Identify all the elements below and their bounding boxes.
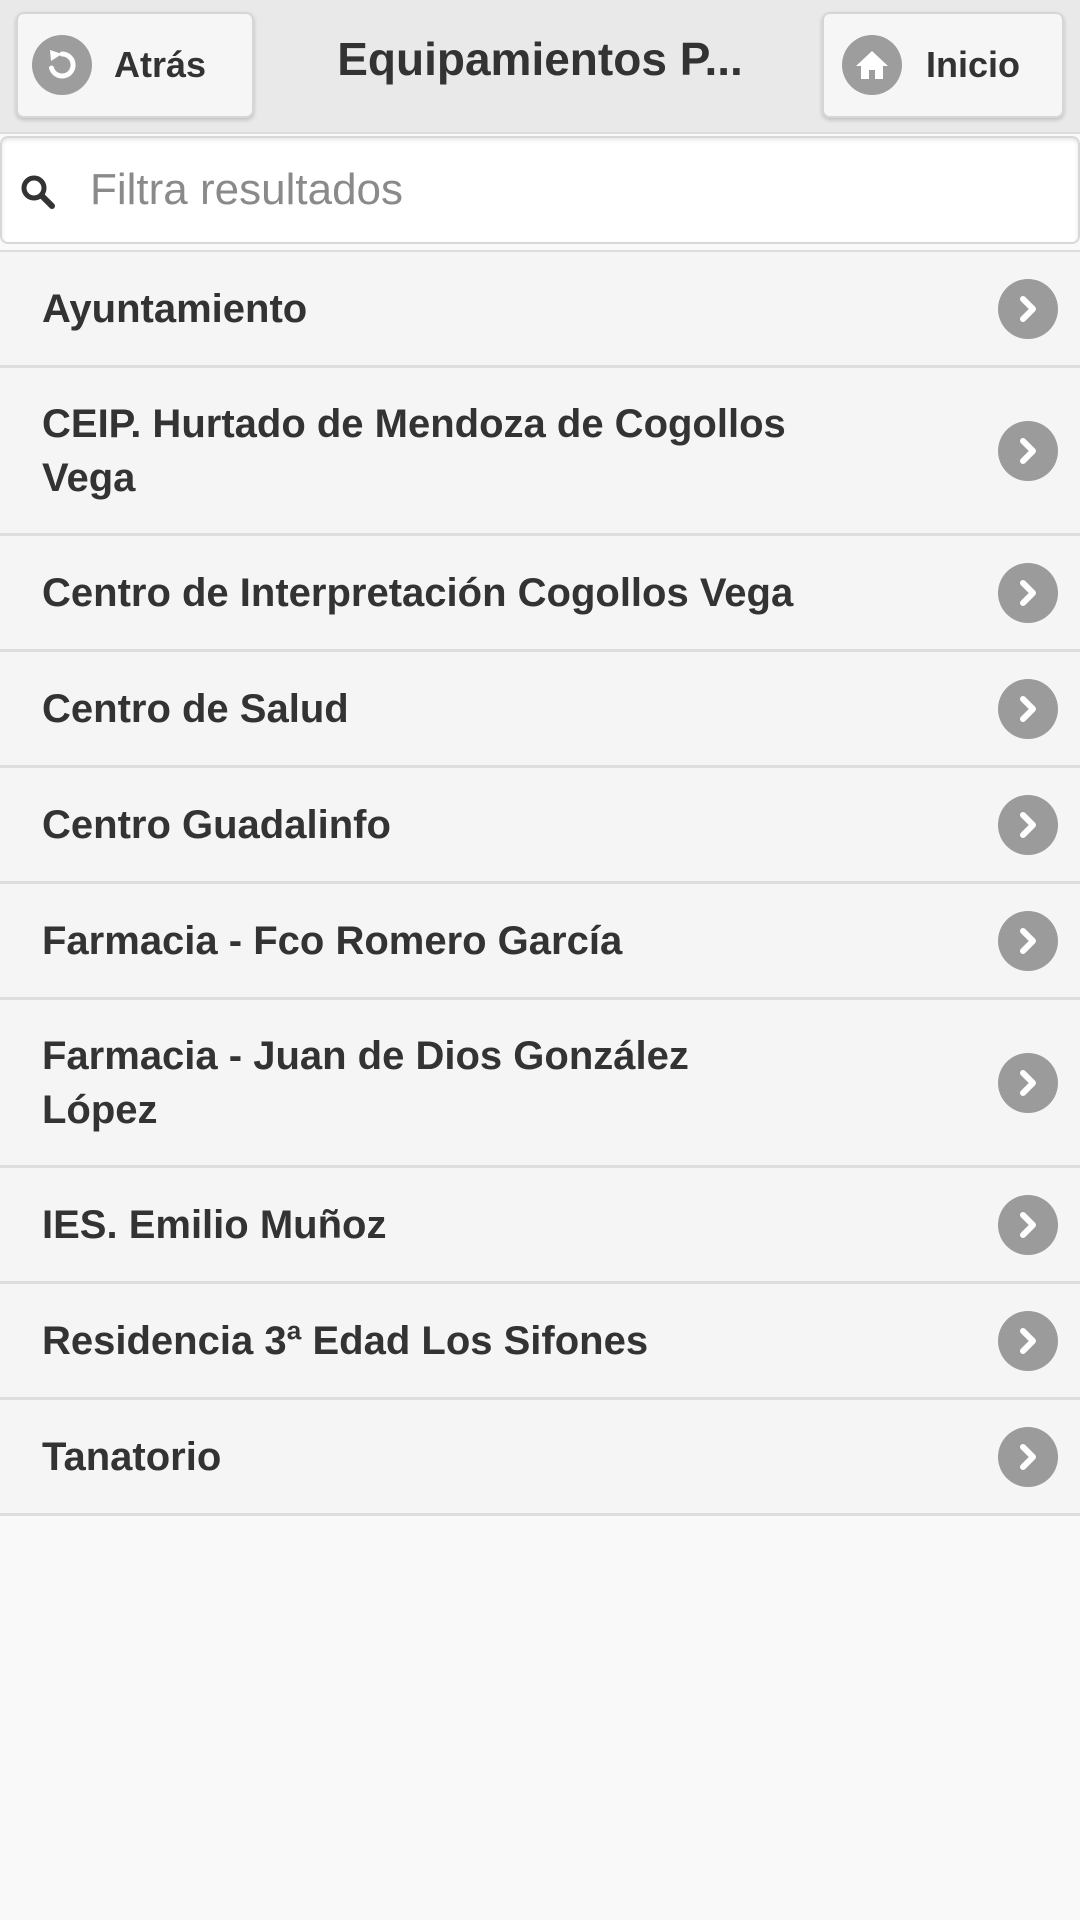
chevron-right-icon: [998, 562, 1058, 623]
header-bar: Atrás Equipamientos P... Inicio: [0, 0, 1080, 134]
list-item[interactable]: Ayuntamiento: [0, 252, 1080, 368]
list-item[interactable]: Farmacia - Juan de Dios González López: [0, 1000, 1080, 1168]
search-input[interactable]: [90, 152, 1050, 228]
list-item-label: Tanatorio: [42, 1434, 222, 1479]
back-arrow-icon: [32, 35, 92, 95]
list-item[interactable]: Tanatorio: [0, 1400, 1080, 1516]
list-item-label: Farmacia - Juan de Dios González López: [42, 1033, 689, 1132]
list-item[interactable]: Centro de Interpretación Cogollos Vega: [0, 536, 1080, 652]
list-item-label: Centro Guadalinfo: [42, 802, 391, 847]
list-item-label: Ayuntamiento: [42, 286, 308, 331]
list-item-label: IES. Emilio Muñoz: [42, 1202, 387, 1247]
chevron-right-icon: [998, 1426, 1058, 1487]
list-item[interactable]: Centro de Salud: [0, 652, 1080, 768]
chevron-right-icon: [998, 278, 1058, 339]
chevron-right-icon: [998, 678, 1058, 739]
chevron-right-icon: [998, 1052, 1058, 1113]
chevron-right-icon: [998, 420, 1058, 481]
list-item[interactable]: Farmacia - Fco Romero García: [0, 884, 1080, 1000]
search-icon: [18, 172, 58, 212]
list-item-label: Farmacia - Fco Romero García: [42, 918, 623, 963]
back-button[interactable]: Atrás: [16, 12, 254, 118]
list-item-label: Centro de Salud: [42, 686, 349, 731]
list-item[interactable]: Residencia 3ª Edad Los Sifones: [0, 1284, 1080, 1400]
home-button-label: Inicio: [926, 44, 1021, 85]
back-button-label: Atrás: [114, 44, 207, 85]
home-icon: [842, 35, 902, 95]
home-button[interactable]: Inicio: [822, 12, 1064, 118]
chevron-right-icon: [998, 910, 1058, 971]
list-item-label: Residencia 3ª Edad Los Sifones: [42, 1318, 649, 1363]
facilities-list: Ayuntamiento CEIP. Hurtado de Mendoza de…: [0, 250, 1080, 1516]
chevron-right-icon: [998, 794, 1058, 855]
search-bar: [0, 136, 1080, 244]
list-item[interactable]: IES. Emilio Muñoz: [0, 1168, 1080, 1284]
chevron-right-icon: [998, 1310, 1058, 1371]
chevron-right-icon: [998, 1194, 1058, 1255]
list-item[interactable]: Centro Guadalinfo: [0, 768, 1080, 884]
list-item-label: CEIP. Hurtado de Mendoza de Cogollos Veg…: [42, 401, 786, 500]
page-title: Equipamientos P...: [337, 33, 743, 85]
list-item[interactable]: CEIP. Hurtado de Mendoza de Cogollos Veg…: [0, 368, 1080, 536]
list-item-label: Centro de Interpretación Cogollos Vega: [42, 570, 794, 615]
